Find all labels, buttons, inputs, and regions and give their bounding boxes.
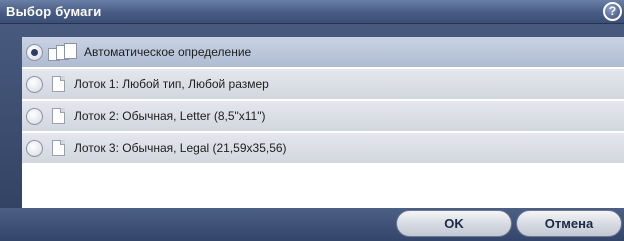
ok-button[interactable]: OK <box>396 210 512 237</box>
option-tray-2[interactable]: Лоток 2: Обычная, Letter (8,5"x11") <box>22 101 624 132</box>
auto-tray-icon <box>46 42 80 62</box>
radio-button[interactable] <box>26 140 43 157</box>
title-bar: Выбор бумаги ? <box>0 0 624 24</box>
paper-icon <box>52 140 65 156</box>
option-tray-1[interactable]: Лоток 1: Любой тип, Любой размер <box>22 69 624 100</box>
cancel-button[interactable]: Отмена <box>516 210 622 237</box>
radio-button[interactable] <box>26 76 43 93</box>
help-icon[interactable]: ? <box>603 2 622 21</box>
option-tray-3[interactable]: Лоток 3: Обычная, Legal (21,59x35,56) <box>22 133 624 164</box>
radio-button[interactable] <box>26 44 43 61</box>
option-label: Лоток 2: Обычная, Letter (8,5"x11") <box>74 109 266 123</box>
option-automatic[interactable]: Автоматическое определение <box>22 37 624 68</box>
dialog-title: Выбор бумаги <box>6 4 102 19</box>
paper-options-list: Автоматическое определение Лоток 1: Любо… <box>22 37 624 208</box>
paper-icon <box>52 108 65 124</box>
paper-icon <box>52 76 65 92</box>
radio-selected-dot <box>31 49 38 56</box>
option-label: Лоток 3: Обычная, Legal (21,59x35,56) <box>74 141 287 155</box>
option-label: Лоток 1: Любой тип, Любой размер <box>74 77 269 91</box>
paper-selection-dialog: Выбор бумаги ? Автоматическое определени… <box>0 0 624 241</box>
radio-button[interactable] <box>26 108 43 125</box>
option-label: Автоматическое определение <box>84 45 252 59</box>
